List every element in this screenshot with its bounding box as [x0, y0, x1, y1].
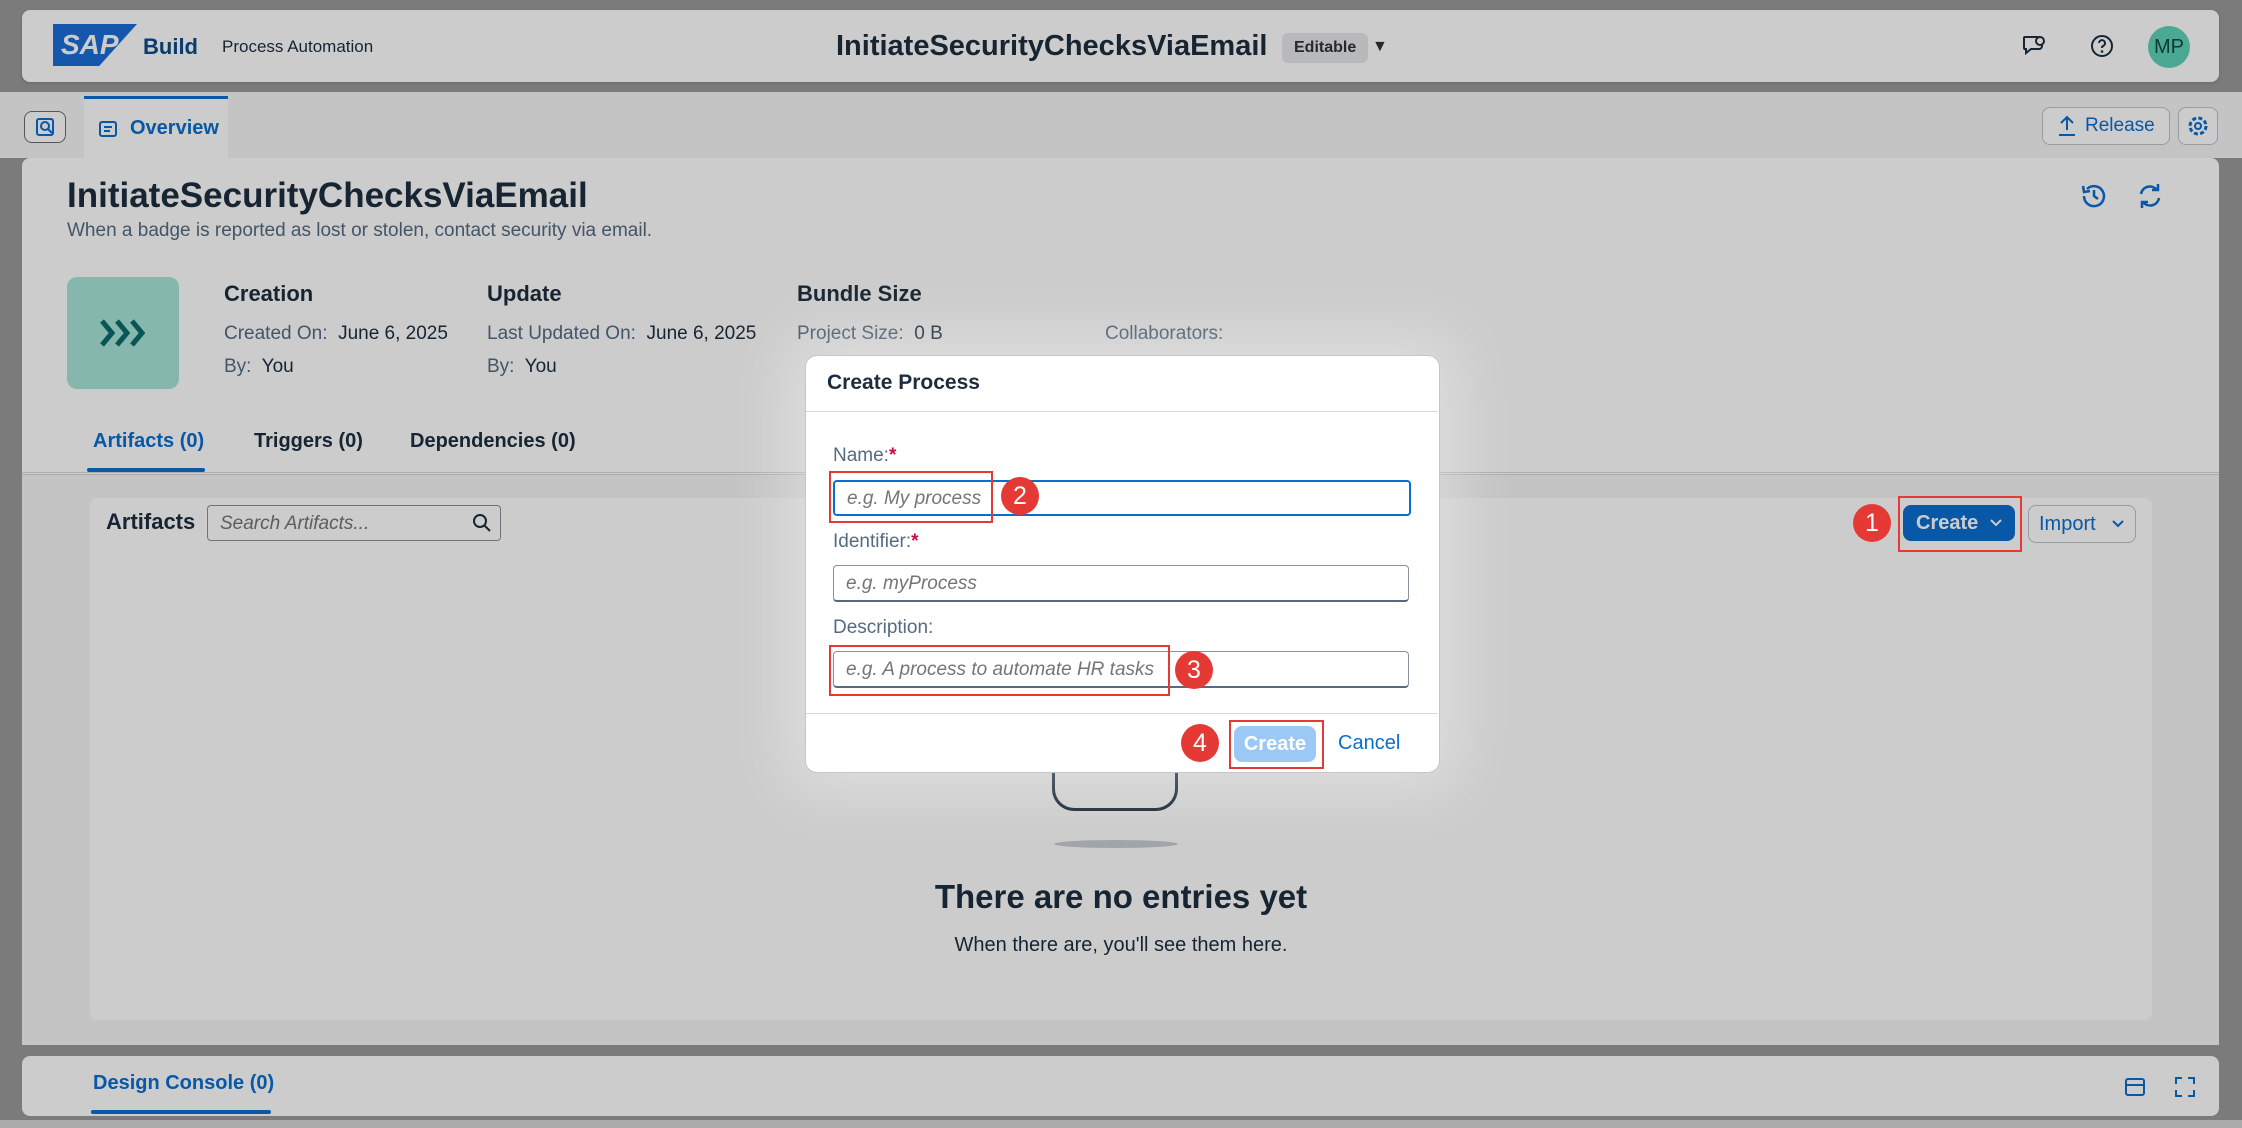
annotation-marker-1: 1: [1853, 504, 1891, 542]
annotation-box-1: [1898, 496, 2022, 552]
dialog-title: Create Process: [827, 371, 980, 394]
identifier-input[interactable]: [844, 572, 1408, 596]
annotation-marker-3: 3: [1175, 651, 1213, 689]
annotation-box-4: [1229, 720, 1324, 769]
dialog-divider: [806, 411, 1438, 412]
annotation-box-3: [829, 645, 1170, 696]
description-label: Description:: [833, 617, 934, 638]
annotation-marker-2: 2: [1001, 477, 1039, 515]
annotation-marker-4: 4: [1181, 724, 1219, 762]
name-label: Name:*: [833, 445, 897, 466]
identifier-label: Identifier:*: [833, 531, 919, 552]
dialog-footer-divider: [806, 713, 1438, 714]
annotation-box-2: [829, 471, 993, 523]
dialog-cancel-button[interactable]: Cancel: [1338, 732, 1400, 755]
identifier-field[interactable]: [833, 565, 1409, 602]
create-process-dialog: [805, 355, 1440, 773]
